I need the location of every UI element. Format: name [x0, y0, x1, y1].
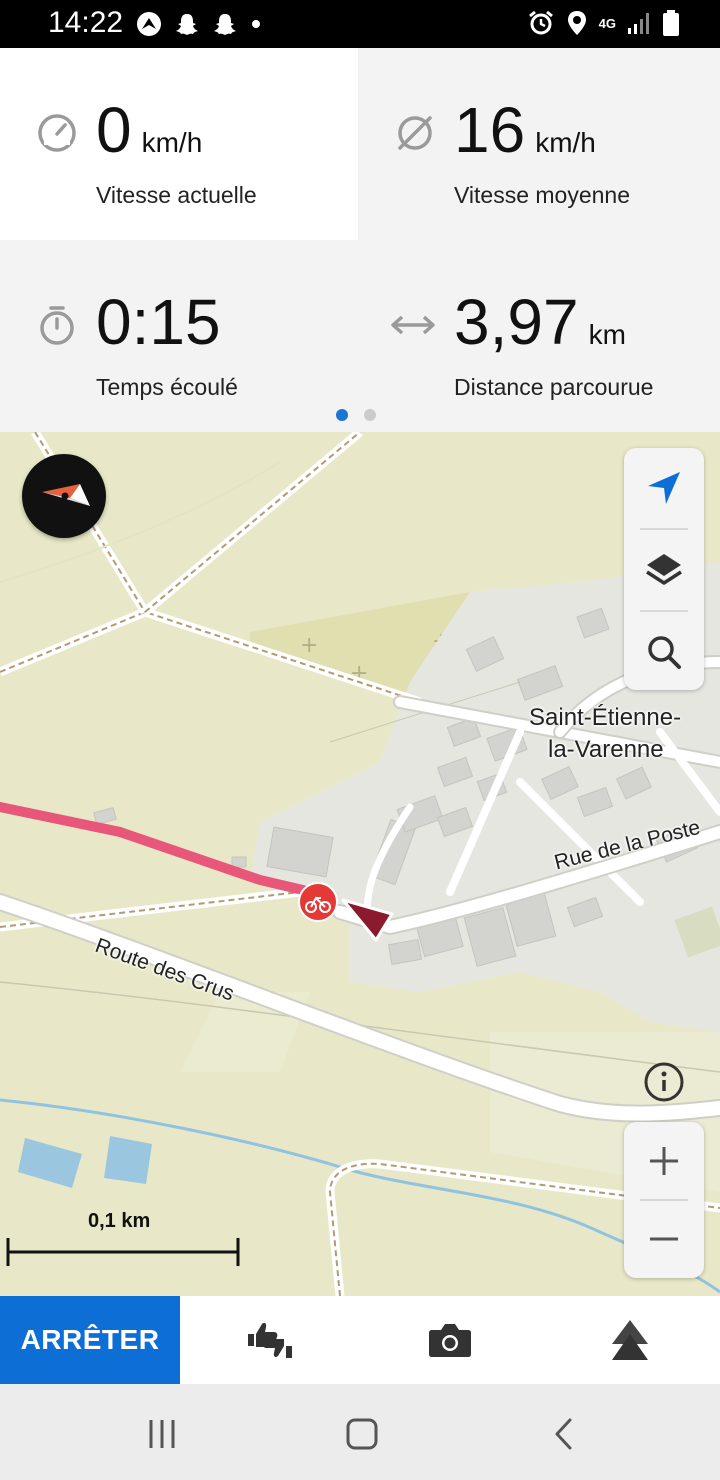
- signal-icon: [628, 13, 649, 34]
- bike-position-marker: [298, 882, 338, 922]
- status-notifications: [136, 10, 262, 38]
- current-speed-tile: 0 km/h Vitesse actuelle: [0, 48, 358, 240]
- alarm-icon: [528, 10, 553, 35]
- system-nav-bar: [0, 1384, 720, 1480]
- recenter-button[interactable]: [624, 448, 704, 528]
- current-speed-label: Vitesse actuelle: [96, 182, 257, 208]
- page-dot-1: [336, 409, 348, 421]
- scale-label: 0,1 km: [88, 1210, 151, 1232]
- network-type: 4G: [598, 15, 616, 31]
- map-search-button[interactable]: [624, 612, 704, 692]
- map-canvas[interactable]: + + +: [0, 432, 720, 1296]
- home-icon: [346, 1418, 378, 1450]
- zoom-controls: [624, 1122, 704, 1278]
- layers-icon: [646, 554, 682, 585]
- snapchat-icon: [214, 14, 236, 35]
- distance-tile: 3,97 km Distance parcourue: [358, 240, 716, 432]
- expand-panel-button[interactable]: [604, 1314, 656, 1366]
- stopwatch-icon: [40, 306, 74, 345]
- map-info-button[interactable]: [638, 1056, 690, 1108]
- compass-button[interactable]: [22, 454, 106, 538]
- average-speed-label: Vitesse moyenne: [454, 182, 631, 208]
- rate-button[interactable]: [244, 1314, 296, 1366]
- status-bar: 14:22 4G: [0, 0, 720, 48]
- snapchat-icon: [176, 14, 198, 35]
- average-speed-unit: km/h: [535, 127, 596, 158]
- thumbs-up-down-icon: [248, 1323, 292, 1358]
- recent-apps-button[interactable]: [142, 1414, 182, 1454]
- minus-icon: [650, 1237, 678, 1241]
- distance-value: 3,97 km: [454, 286, 626, 358]
- elapsed-time-value: 0:15: [96, 286, 221, 358]
- map-layers-button[interactable]: [624, 530, 704, 610]
- navigation-app-icon: [137, 12, 161, 36]
- ride-stats-panel[interactable]: 0 km/h Vitesse actuelle 16 km/h Vitesse mo…: [0, 48, 720, 432]
- status-system-icons: 4G: [527, 8, 680, 38]
- back-icon: [555, 1418, 572, 1450]
- location-icon: [567, 11, 586, 35]
- search-icon: [648, 636, 681, 669]
- current-speed-value: 0 km/h: [96, 94, 203, 166]
- zoom-out-button[interactable]: [624, 1200, 704, 1278]
- distance-label: Distance parcourue: [454, 374, 654, 400]
- current-speed-unit: km/h: [141, 127, 203, 158]
- stop-button[interactable]: ARRÊTER: [0, 1296, 180, 1384]
- water-basin: [18, 1138, 82, 1188]
- town-label: la-Varenne: [548, 736, 664, 763]
- back-button[interactable]: [544, 1414, 584, 1454]
- zoom-in-button[interactable]: [624, 1122, 704, 1200]
- page-dot-2: [364, 409, 376, 421]
- plus-icon: [650, 1147, 678, 1175]
- water-basin: [104, 1136, 152, 1184]
- info-icon: [644, 1062, 684, 1102]
- page-indicator: [336, 409, 376, 421]
- notification-dot-icon: [252, 20, 260, 28]
- vineyard-symbol: +: [300, 633, 318, 658]
- map-controls: [624, 448, 704, 690]
- recent-apps-icon: [149, 1420, 175, 1448]
- compass-icon: [42, 484, 90, 506]
- elapsed-time-label: Temps écoulé: [96, 374, 238, 400]
- average-icon: [398, 116, 432, 150]
- camera-icon: [429, 1324, 471, 1357]
- town-label: Saint-Étienne-: [529, 704, 682, 731]
- scale-bar: [6, 1238, 240, 1266]
- camera-button[interactable]: [424, 1314, 476, 1366]
- map-view[interactable]: + + +: [0, 432, 720, 1296]
- home-button[interactable]: [342, 1414, 382, 1454]
- average-speed-tile: 16 km/h Vitesse moyenne: [358, 48, 716, 240]
- horizontal-arrows-icon: [391, 315, 435, 335]
- navigation-arrow-icon: [648, 472, 680, 504]
- triangle-stack-icon: [612, 1320, 648, 1360]
- battery-icon: [663, 10, 679, 36]
- status-time: 14:22: [48, 6, 124, 39]
- action-bar: ARRÊTER: [0, 1296, 720, 1384]
- average-speed-value: 16 km/h: [454, 94, 596, 166]
- distance-unit: km: [588, 319, 626, 350]
- elapsed-time-tile: 0:15 Temps écoulé: [0, 240, 358, 432]
- speedometer-icon: [38, 114, 76, 152]
